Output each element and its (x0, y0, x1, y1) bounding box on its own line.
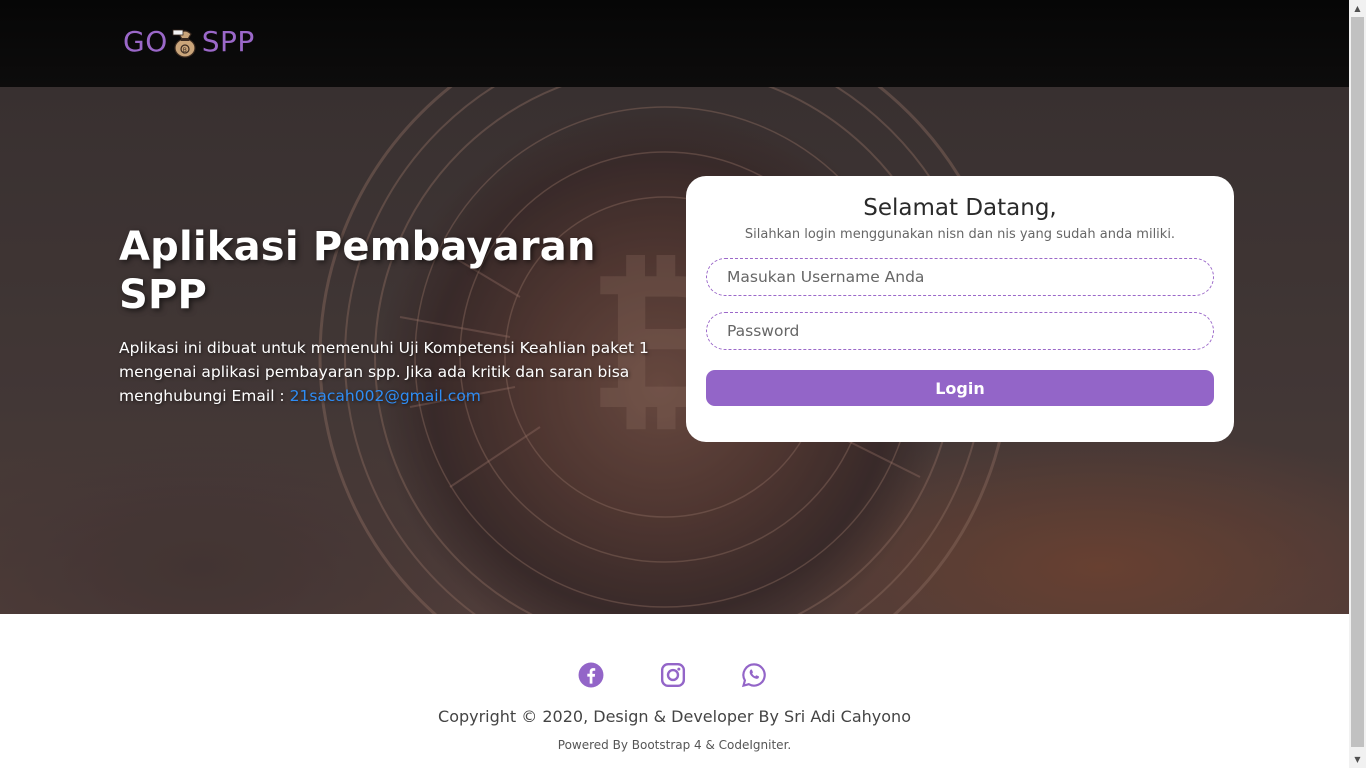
vertical-scrollbar[interactable]: ▲ ▼ (1349, 0, 1366, 768)
navbar: GO B SPP (0, 0, 1349, 87)
whatsapp-icon[interactable] (741, 662, 767, 688)
money-bag-icon: B (170, 24, 200, 58)
brand-logo[interactable]: GO B SPP (123, 24, 255, 58)
login-button[interactable]: Login (706, 370, 1214, 406)
hero-title: Aplikasi Pembayaran SPP (119, 224, 596, 318)
username-input[interactable] (706, 258, 1214, 296)
footer: Copyright © 2020, Design & Developer By … (0, 614, 1349, 768)
copyright-text: Copyright © 2020, Design & Developer By … (438, 707, 911, 726)
brand-text-right: SPP (201, 24, 255, 58)
scroll-down-arrow-icon[interactable]: ▼ (1349, 751, 1366, 768)
scroll-up-arrow-icon[interactable]: ▲ (1349, 0, 1366, 17)
facebook-icon[interactable] (578, 662, 604, 688)
login-subtitle: Silahkan login menggunakan nisn dan nis … (744, 227, 1176, 242)
instagram-icon[interactable] (660, 662, 686, 688)
scrollbar-thumb[interactable] (1351, 17, 1364, 747)
email-link[interactable]: 21sacah002@gmail.com (290, 387, 481, 405)
password-input[interactable] (706, 312, 1214, 350)
brand-text-left: GO (123, 24, 168, 58)
login-title: Selamat Datang, (863, 195, 1057, 221)
login-card: Selamat Datang, Silahkan login menggunak… (686, 176, 1234, 442)
hero-description: Aplikasi ini dibuat untuk memenuhi Uji K… (119, 336, 659, 408)
powered-by-text: Powered By Bootstrap 4 & CodeIgniter. (557, 738, 792, 752)
svg-text:B: B (182, 47, 187, 54)
